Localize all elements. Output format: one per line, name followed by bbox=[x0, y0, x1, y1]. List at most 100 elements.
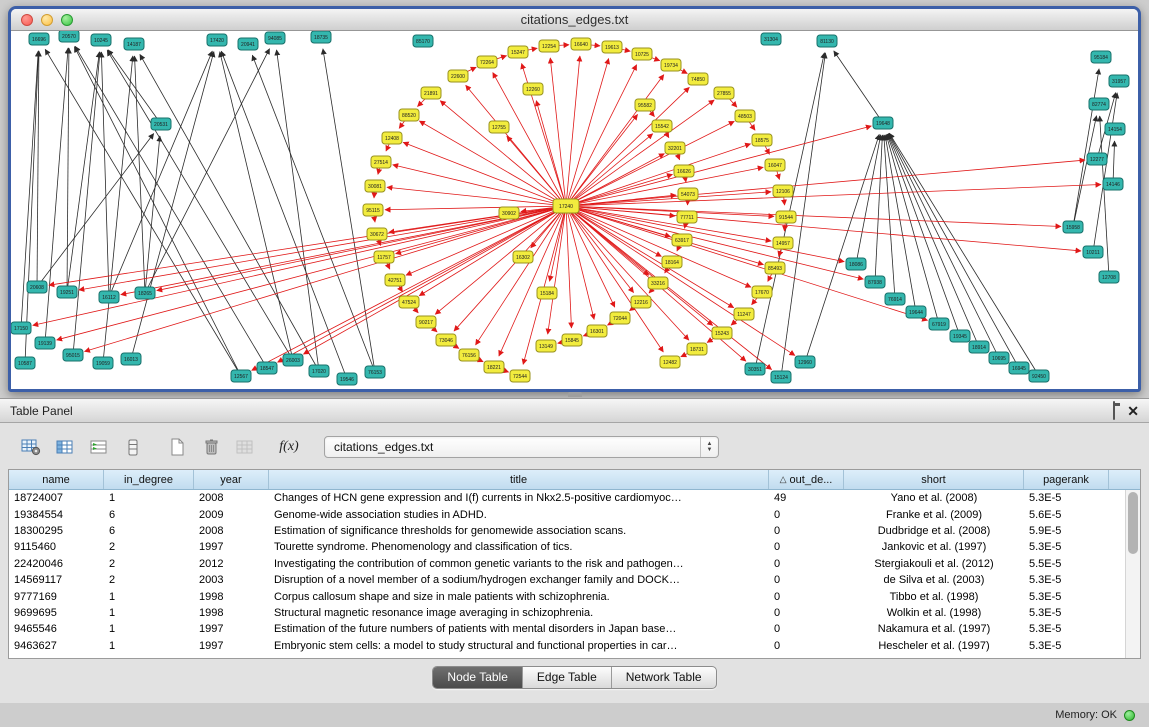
scrollbar-thumb[interactable] bbox=[1128, 492, 1138, 554]
graph-edge[interactable] bbox=[536, 101, 566, 206]
table-vertical-scrollbar[interactable] bbox=[1125, 490, 1140, 658]
show-columns-button[interactable] bbox=[50, 434, 80, 460]
graph-node[interactable]: 15124 bbox=[771, 371, 791, 383]
column-header-out-degree[interactable]: △ out_de... bbox=[769, 470, 844, 489]
graph-node[interactable]: 16640 bbox=[571, 38, 591, 50]
graph-node[interactable]: 76156 bbox=[459, 349, 479, 361]
graph-edge[interactable] bbox=[49, 206, 566, 285]
graph-edge[interactable] bbox=[566, 206, 634, 293]
graph-node[interactable]: 13149 bbox=[536, 340, 556, 352]
graph-node[interactable]: 47524 bbox=[399, 296, 419, 308]
table-row[interactable]: 946554611997Estimation of the future num… bbox=[9, 621, 1140, 637]
row-height-button[interactable] bbox=[118, 434, 148, 460]
graph-node[interactable]: 16047 bbox=[765, 159, 785, 171]
graph-node[interactable]: 18265 bbox=[135, 287, 155, 299]
graph-node[interactable]: 31304 bbox=[761, 33, 781, 45]
graph-node[interactable]: 12216 bbox=[631, 296, 651, 308]
select-rows-button[interactable] bbox=[84, 434, 114, 460]
graph-edge[interactable] bbox=[131, 52, 214, 359]
graph-node[interactable]: 82774 bbox=[1089, 98, 1109, 110]
graph-edge[interactable] bbox=[566, 206, 772, 370]
graph-node[interactable]: 85493 bbox=[765, 262, 785, 274]
graph-node[interactable]: 95184 bbox=[1091, 51, 1111, 63]
graph-node[interactable]: 15243 bbox=[712, 327, 732, 339]
graph-edge[interactable] bbox=[74, 47, 241, 376]
table-row[interactable]: 946362711997Embryonic stem cells: a mode… bbox=[9, 638, 1140, 654]
table-row[interactable]: 2242004622012Investigating the contribut… bbox=[9, 556, 1140, 572]
graph-node[interactable]: 12708 bbox=[1099, 271, 1119, 283]
graph-edge[interactable] bbox=[252, 206, 566, 370]
graph-node[interactable]: 16626 bbox=[674, 165, 694, 177]
graph-node[interactable]: 10245 bbox=[91, 34, 111, 46]
table-row[interactable]: 1830029562008Estimation of significance … bbox=[9, 523, 1140, 539]
graph-edge[interactable] bbox=[566, 206, 1061, 227]
graph-node[interactable]: 67919 bbox=[929, 318, 949, 330]
graph-edge[interactable] bbox=[45, 48, 68, 343]
graph-node[interactable]: 10725 bbox=[632, 48, 652, 60]
graph-node[interactable]: 20608 bbox=[27, 281, 47, 293]
graph-node[interactable]: 18575 bbox=[752, 134, 772, 146]
graph-edge[interactable] bbox=[566, 56, 580, 206]
graph-node[interactable]: 26003 bbox=[283, 354, 303, 366]
tab-node-table[interactable]: Node Table bbox=[433, 667, 523, 688]
graph-node[interactable]: 21891 bbox=[421, 87, 441, 99]
graph-edge[interactable] bbox=[140, 54, 319, 371]
graph-edge[interactable] bbox=[566, 59, 609, 206]
graph-edge[interactable] bbox=[73, 52, 100, 355]
graph-node[interactable]: 18735 bbox=[311, 31, 331, 43]
graph-node[interactable]: 11757 bbox=[374, 251, 394, 263]
graph-edge[interactable] bbox=[440, 101, 566, 206]
minimize-window-button[interactable] bbox=[41, 14, 53, 26]
graph-node[interactable]: 72544 bbox=[510, 370, 530, 382]
graph-node[interactable]: 18221 bbox=[484, 361, 504, 373]
graph-edge[interactable] bbox=[25, 51, 38, 363]
graph-node[interactable]: 16696 bbox=[29, 33, 49, 45]
graph-node[interactable]: 19613 bbox=[602, 41, 622, 53]
graph-edge[interactable] bbox=[393, 165, 566, 206]
graph-edge[interactable] bbox=[419, 206, 566, 296]
graph-node[interactable]: 19734 bbox=[661, 59, 681, 71]
graph-node[interactable]: 16013 bbox=[121, 353, 141, 365]
graph-node[interactable]: 12755 bbox=[489, 121, 509, 133]
graph-node[interactable]: 16945 bbox=[1009, 362, 1029, 374]
graph-node[interactable]: 30081 bbox=[365, 180, 385, 192]
graph-node[interactable]: 11247 bbox=[734, 308, 754, 320]
graph-edge[interactable] bbox=[834, 51, 883, 123]
graph-node[interactable]: 19139 bbox=[35, 337, 55, 349]
graph-node[interactable]: 19648 bbox=[873, 117, 893, 129]
graph-node[interactable]: 12254 bbox=[539, 40, 559, 52]
graph-node[interactable]: 92450 bbox=[1029, 370, 1049, 382]
graph-node[interactable]: 95015 bbox=[63, 349, 83, 361]
graph-node[interactable]: 20531 bbox=[151, 118, 171, 130]
graph-edge[interactable] bbox=[278, 206, 566, 362]
graph-node[interactable]: 19644 bbox=[906, 306, 926, 318]
table-row[interactable]: 1872400712008Changes of HCN gene express… bbox=[9, 490, 1140, 506]
graph-node[interactable]: 17420 bbox=[207, 34, 227, 46]
graph-edge[interactable] bbox=[566, 206, 751, 287]
graph-node[interactable]: 88520 bbox=[399, 109, 419, 121]
zoom-window-button[interactable] bbox=[61, 14, 73, 26]
graph-node[interactable]: 18547 bbox=[257, 362, 277, 374]
graph-node[interactable]: 16301 bbox=[587, 325, 607, 337]
graph-node[interactable]: 76914 bbox=[885, 293, 905, 305]
close-window-button[interactable] bbox=[21, 14, 33, 26]
graph-node[interactable]: 19251 bbox=[57, 286, 77, 298]
graph-edge[interactable] bbox=[109, 51, 212, 297]
graph-node[interactable]: 15845 bbox=[562, 334, 582, 346]
graph-edge[interactable] bbox=[499, 206, 566, 356]
graph-node[interactable]: 10695 bbox=[989, 352, 1009, 364]
table-row[interactable]: 1938455462009Genome-wide association stu… bbox=[9, 506, 1140, 522]
graph-node[interactable]: 20941 bbox=[238, 38, 258, 50]
graph-edge[interactable] bbox=[396, 206, 566, 254]
table-row[interactable]: 969969511998Structural magnetic resonanc… bbox=[9, 605, 1140, 621]
graph-edge[interactable] bbox=[550, 58, 566, 206]
graph-node[interactable]: 74850 bbox=[688, 73, 708, 85]
graph-node[interactable]: 18914 bbox=[969, 341, 989, 353]
column-header-in-degree[interactable]: in_degree bbox=[104, 470, 194, 489]
graph-node[interactable]: 17020 bbox=[309, 365, 329, 377]
table-row[interactable]: 1456911722003Disruption of a novel membe… bbox=[9, 572, 1140, 588]
graph-edge[interactable] bbox=[403, 142, 566, 206]
table-row[interactable]: 977716911998Corpus callosum shape and si… bbox=[9, 588, 1140, 604]
graph-node[interactable]: 72044 bbox=[610, 312, 630, 324]
graph-edge[interactable] bbox=[221, 51, 347, 379]
